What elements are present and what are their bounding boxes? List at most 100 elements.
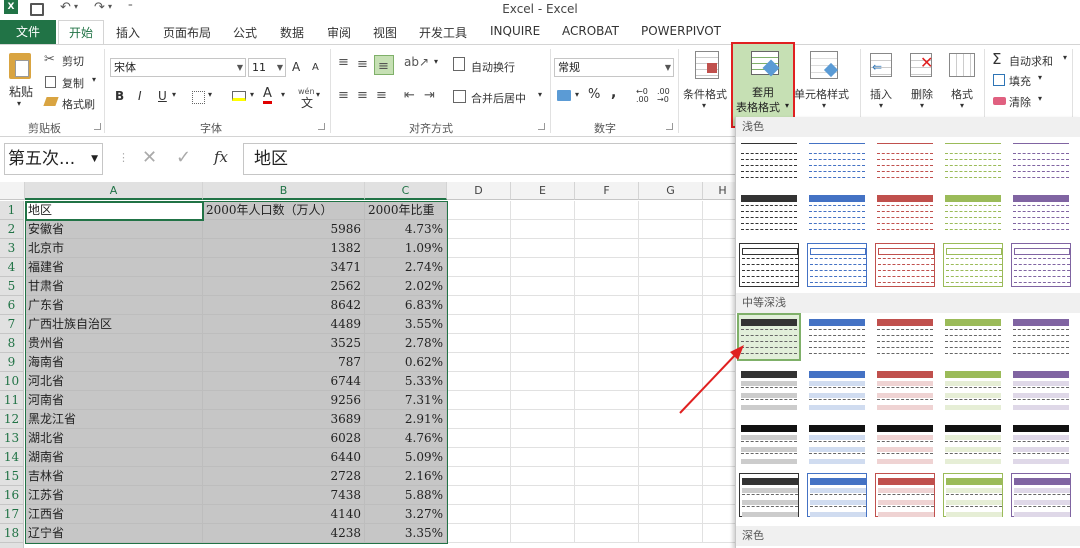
number-format-combo[interactable]: 常规 ▼ — [554, 58, 674, 77]
empty-cell[interactable] — [575, 429, 639, 448]
table-cell[interactable]: 湖北省 — [25, 429, 203, 448]
empty-cell[interactable] — [511, 239, 575, 258]
tab-page-layout[interactable]: 页面布局 — [163, 24, 211, 41]
paste-dropdown-icon[interactable]: ▾ — [17, 99, 21, 108]
empty-cell[interactable] — [639, 372, 703, 391]
autosum-button[interactable]: 自动求和 — [1009, 53, 1053, 69]
table-cell[interactable]: 安徽省 — [25, 220, 203, 239]
empty-cell[interactable] — [639, 201, 703, 220]
table-style-option[interactable] — [739, 139, 799, 183]
empty-cell[interactable] — [639, 410, 703, 429]
font-color-icon[interactable]: A — [263, 87, 272, 104]
table-style-option[interactable] — [739, 191, 799, 235]
fill-icon[interactable] — [993, 74, 1005, 86]
empty-cell[interactable] — [447, 429, 511, 448]
fill-button[interactable]: 填充 — [1009, 73, 1031, 89]
empty-cell[interactable] — [511, 486, 575, 505]
table-cell[interactable]: 广东省 — [25, 296, 203, 315]
empty-cell[interactable] — [447, 296, 511, 315]
empty-cell[interactable] — [639, 505, 703, 524]
column-header-c[interactable]: C — [365, 182, 447, 200]
tab-acrobat[interactable]: ACROBAT — [562, 24, 619, 38]
paste-icon[interactable] — [9, 53, 31, 79]
phonetic-dropdown-icon[interactable]: ▾ — [316, 90, 320, 99]
empty-cell[interactable] — [575, 258, 639, 277]
table-style-option[interactable] — [1011, 367, 1071, 411]
empty-cell[interactable] — [639, 277, 703, 296]
table-style-option[interactable] — [807, 367, 867, 411]
empty-cell[interactable] — [447, 524, 511, 543]
empty-cell[interactable] — [511, 201, 575, 220]
table-cell[interactable]: 3.27% — [365, 505, 447, 524]
empty-cell[interactable] — [447, 448, 511, 467]
border-dropdown-icon[interactable]: ▾ — [208, 90, 212, 99]
empty-cell[interactable] — [511, 258, 575, 277]
border-icon[interactable] — [192, 91, 205, 104]
empty-cell[interactable] — [575, 467, 639, 486]
empty-cell[interactable] — [575, 239, 639, 258]
table-cell[interactable]: 2000年比重 — [365, 201, 447, 220]
table-cell[interactable]: 江苏省 — [25, 486, 203, 505]
merge-dropdown-icon[interactable]: ▾ — [538, 90, 542, 99]
empty-cell[interactable] — [447, 258, 511, 277]
align-left-icon[interactable]: ≡ — [338, 88, 349, 103]
table-style-option[interactable] — [807, 421, 867, 465]
empty-cell[interactable] — [575, 296, 639, 315]
delete-button[interactable]: 删除 — [911, 86, 933, 102]
table-cell[interactable]: 甘肃省 — [25, 277, 203, 296]
table-cell[interactable]: 河北省 — [25, 372, 203, 391]
empty-cell[interactable] — [639, 334, 703, 353]
fill-dropdown-icon[interactable]: ▾ — [1038, 73, 1042, 82]
tab-developer[interactable]: 开发工具 — [419, 24, 467, 41]
column-header-e[interactable]: E — [511, 182, 575, 200]
table-cell[interactable]: 海南省 — [25, 353, 203, 372]
row-header[interactable]: 17 — [0, 505, 24, 524]
currency-dropdown-icon[interactable]: ▾ — [575, 90, 579, 99]
table-style-option[interactable] — [875, 421, 935, 465]
table-cell[interactable]: 3525 — [203, 334, 365, 353]
row-header[interactable] — [0, 543, 24, 548]
table-style-option[interactable] — [1011, 473, 1071, 517]
table-cell[interactable]: 河南省 — [25, 391, 203, 410]
table-cell[interactable]: 福建省 — [25, 258, 203, 277]
table-cell[interactable]: 6440 — [203, 448, 365, 467]
empty-cell[interactable] — [447, 410, 511, 429]
select-all-corner[interactable] — [0, 182, 25, 200]
empty-cell[interactable] — [639, 315, 703, 334]
empty-cell[interactable] — [639, 486, 703, 505]
format-button[interactable]: 格式 — [951, 86, 973, 102]
empty-cell[interactable] — [639, 296, 703, 315]
table-style-option[interactable] — [875, 367, 935, 411]
font-size-combo[interactable]: 11 ▼ — [248, 58, 286, 77]
table-cell[interactable]: 贵州省 — [25, 334, 203, 353]
fill-color-icon[interactable] — [232, 91, 246, 101]
row-header[interactable]: 1 — [0, 201, 24, 220]
table-style-option[interactable] — [943, 421, 1003, 465]
table-style-option[interactable] — [943, 191, 1003, 235]
row-header[interactable]: 2 — [0, 220, 24, 239]
column-header-f[interactable]: F — [575, 182, 639, 200]
table-style-option[interactable] — [875, 473, 935, 517]
empty-cell[interactable] — [575, 391, 639, 410]
table-cell[interactable]: 辽宁省 — [25, 524, 203, 543]
format-icon[interactable] — [949, 53, 975, 77]
table-cell[interactable]: 2.02% — [365, 277, 447, 296]
column-header-g[interactable]: G — [639, 182, 703, 200]
tab-view[interactable]: 视图 — [373, 24, 397, 41]
tab-data[interactable]: 数据 — [280, 24, 304, 41]
italic-button[interactable]: I — [138, 89, 142, 103]
table-style-option[interactable] — [1011, 139, 1071, 183]
delete-dropdown-icon[interactable]: ▾ — [920, 101, 924, 110]
empty-cell[interactable] — [639, 258, 703, 277]
table-cell[interactable]: 2.91% — [365, 410, 447, 429]
table-cell[interactable]: 吉林省 — [25, 467, 203, 486]
bold-button[interactable]: B — [115, 89, 124, 103]
insert-function-icon[interactable]: fx — [214, 148, 228, 166]
column-header-b[interactable]: B — [203, 182, 365, 200]
table-cell[interactable]: 787 — [203, 353, 365, 372]
tab-inquire[interactable]: INQUIRE — [490, 24, 540, 38]
table-cell[interactable]: 1382 — [203, 239, 365, 258]
clipboard-launcher-icon[interactable] — [94, 123, 101, 130]
table-style-option[interactable] — [739, 473, 799, 517]
table-cell[interactable]: 2000年人口数（万人） — [203, 201, 365, 220]
